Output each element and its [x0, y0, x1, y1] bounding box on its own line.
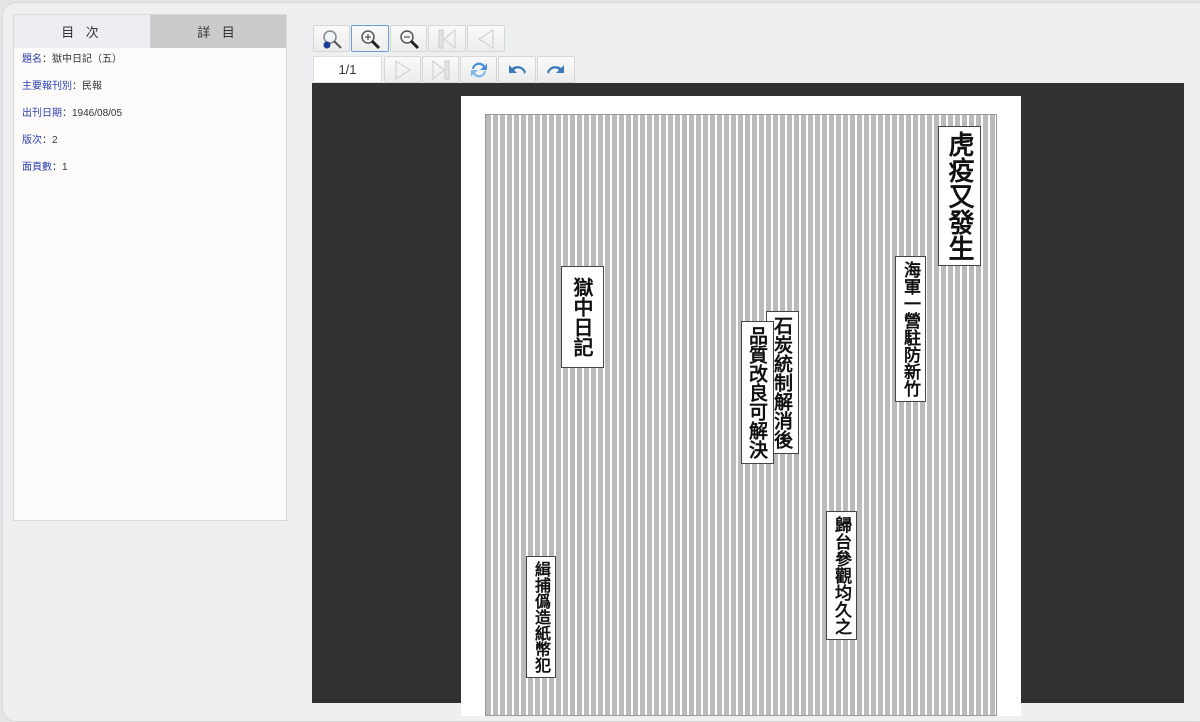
zoom-out-icon: [399, 29, 419, 49]
next-icon: [395, 59, 411, 80]
headline: 品質改良可解決: [741, 321, 774, 464]
info-panel: 目 次 詳 目 題名：獄中日記（五） 主要報刊別：民報 出刊日期：1946/08…: [13, 14, 287, 521]
zoom-in-button[interactable]: [351, 25, 389, 52]
page-indicator-input[interactable]: 1/1: [313, 56, 382, 83]
headline: 虎疫又發生: [938, 126, 981, 266]
next-page-button[interactable]: [384, 56, 421, 83]
rotate-right-button[interactable]: [537, 56, 575, 83]
prev-icon: [478, 28, 494, 49]
refresh-button[interactable]: [460, 56, 497, 83]
headline: 獄中日記: [561, 266, 604, 368]
detail-title: 題名：獄中日記（五）: [22, 54, 122, 65]
fit-zoom-button[interactable]: [313, 25, 350, 52]
headline: 緝捕僞造紙幣犯: [526, 556, 556, 678]
last-page-button[interactable]: [422, 56, 459, 83]
last-page-icon: [432, 59, 449, 80]
image-viewer[interactable]: 虎疫又發生 獄中日記 石炭統制解消後 品質改良可解決 海軍一營駐防新竹 歸台參觀…: [312, 83, 1184, 716]
prev-page-button[interactable]: [467, 25, 505, 52]
rotate-left-icon: [509, 64, 526, 74]
magnifier-icon: [322, 29, 342, 49]
zoom-in-icon: [361, 29, 381, 49]
detail-pages: 面頁數：1: [22, 162, 68, 173]
first-page-icon: [438, 28, 456, 49]
headline: 海軍一營駐防新竹: [895, 256, 926, 402]
rotate-left-button[interactable]: [498, 56, 536, 83]
first-page-button[interactable]: [428, 25, 466, 52]
refresh-icon: [470, 62, 487, 77]
headline: 歸台參觀均久之: [826, 511, 857, 640]
tab-toc[interactable]: 目 次: [14, 15, 150, 48]
tab-detail[interactable]: 詳 目: [150, 15, 286, 48]
newspaper-page-image: 虎疫又發生 獄中日記 石炭統制解消後 品質改良可解決 海軍一營駐防新竹 歸台參觀…: [461, 96, 1021, 716]
zoom-out-button[interactable]: [390, 25, 427, 52]
rotate-right-icon: [547, 64, 564, 74]
detail-date: 出刊日期：1946/08/05: [22, 108, 123, 119]
detail-edition: 版次：2: [22, 135, 58, 146]
detail-publication: 主要報刊別：民報: [22, 81, 102, 92]
